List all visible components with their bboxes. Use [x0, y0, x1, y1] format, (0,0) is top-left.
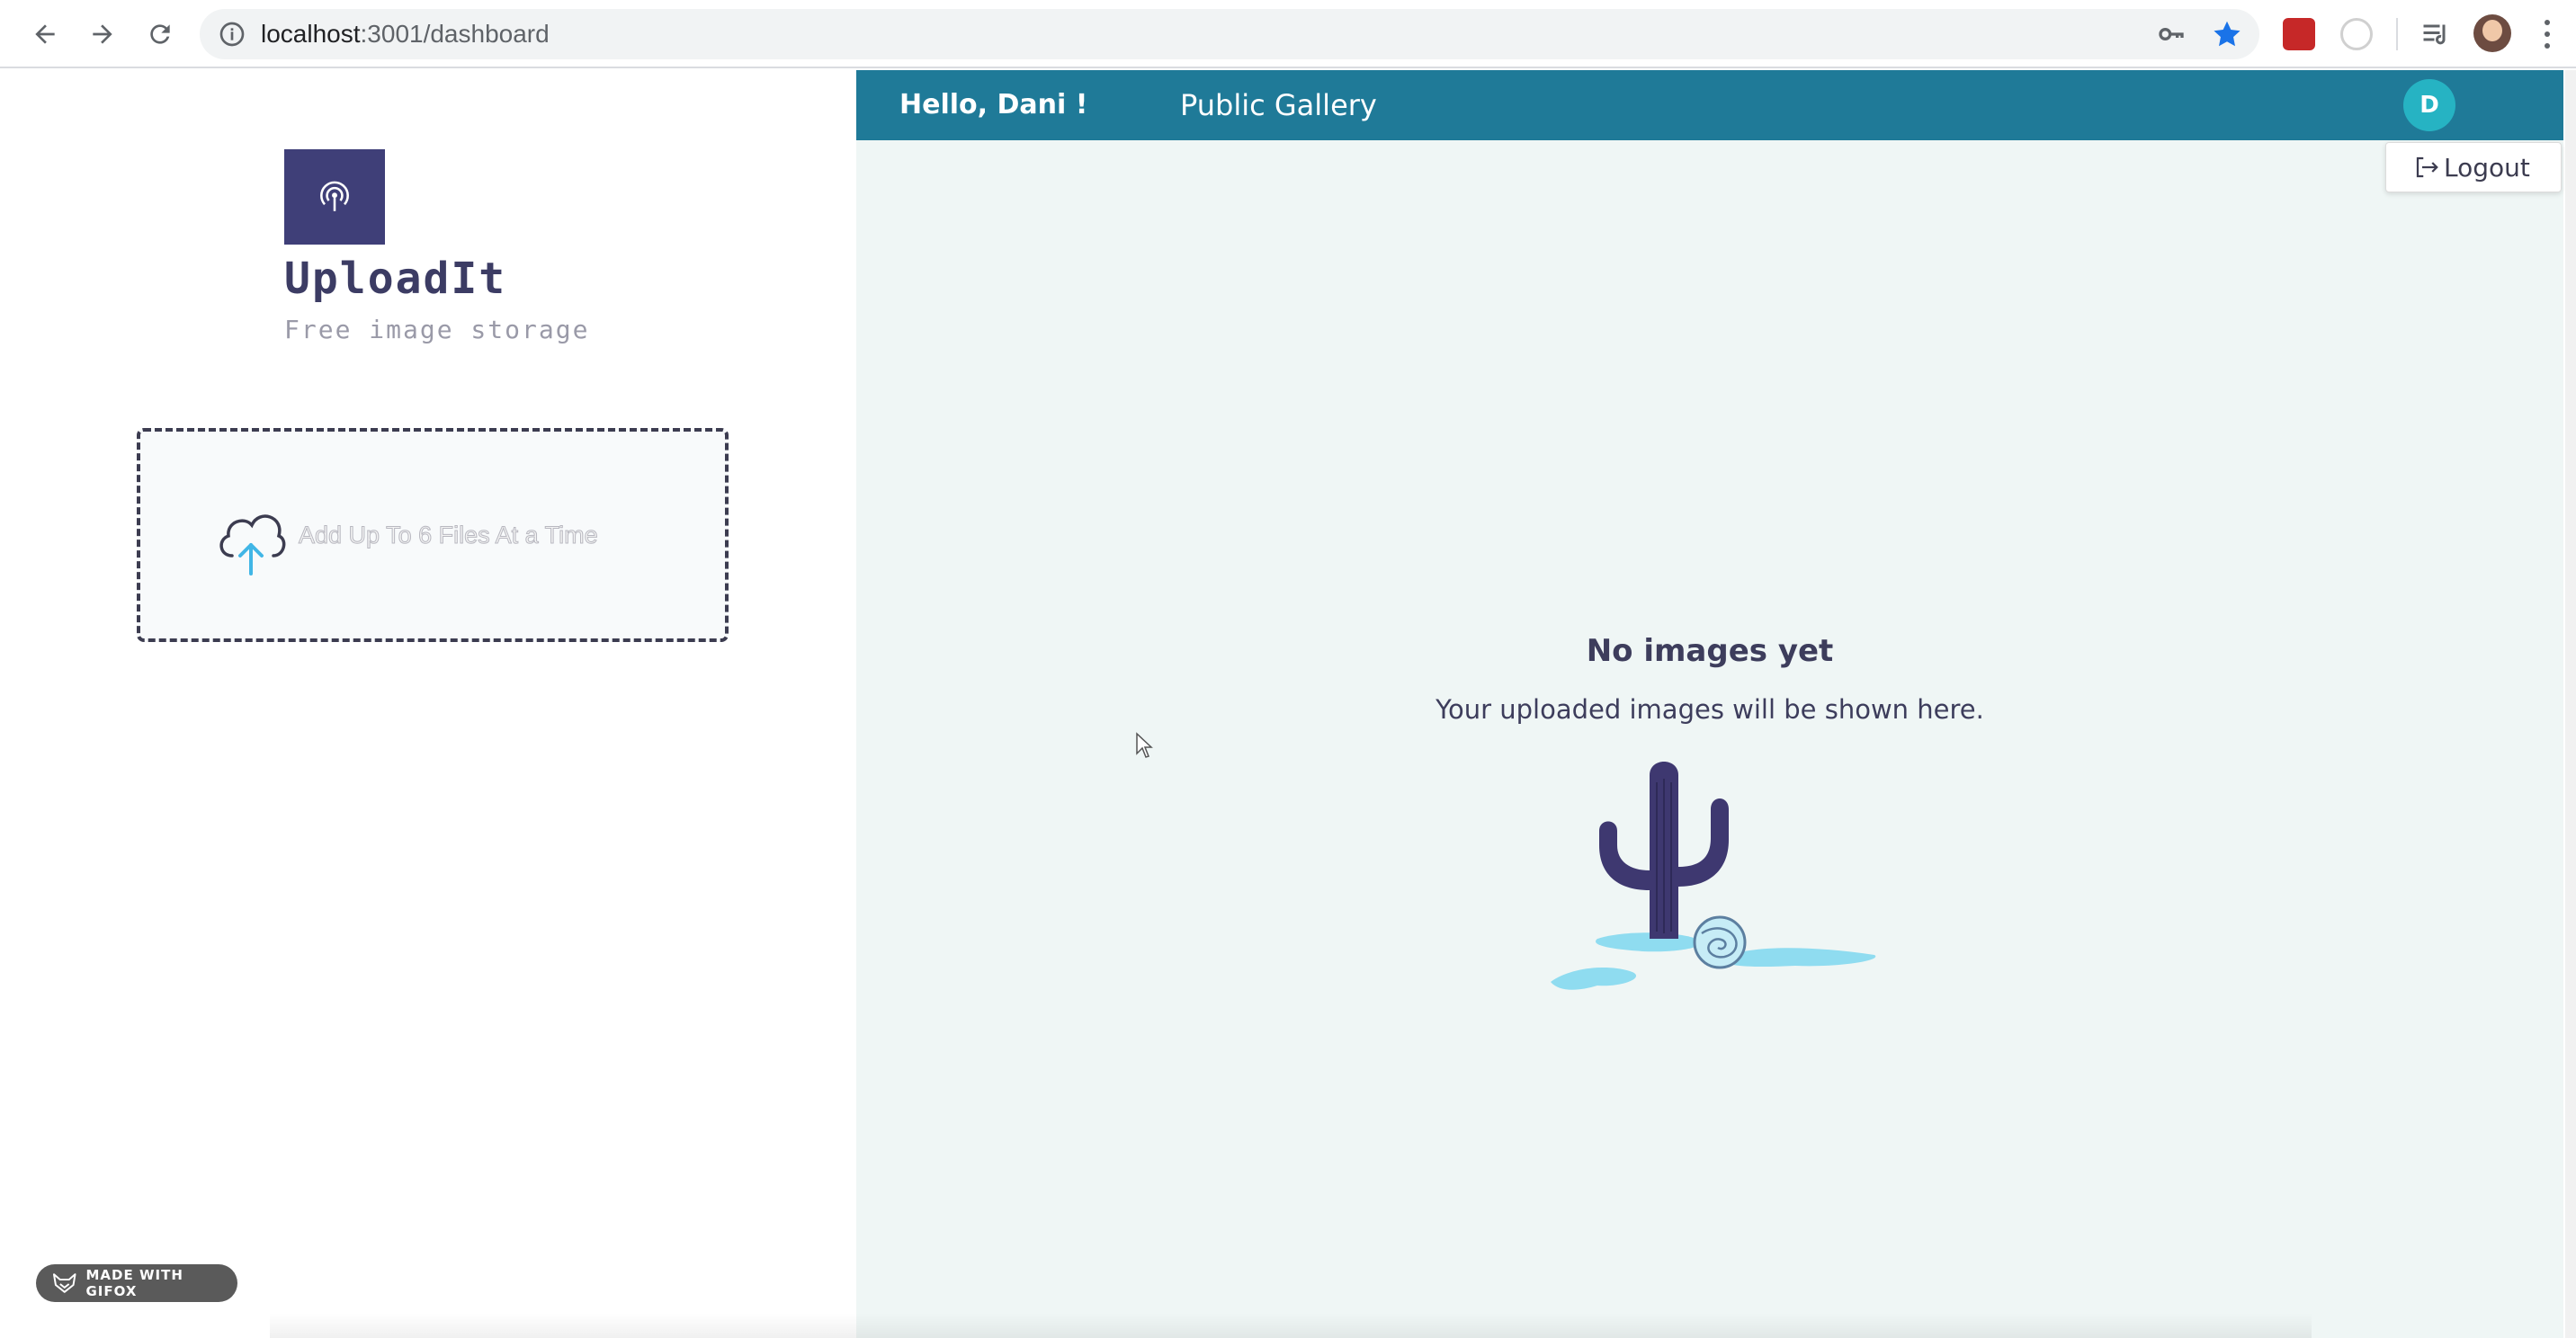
logout-label: Logout	[2444, 152, 2530, 183]
user-greeting: Hello, Dani !	[899, 89, 1088, 120]
back-button[interactable]	[23, 13, 67, 56]
empty-state-title: No images yet	[1586, 633, 1834, 669]
fox-icon	[52, 1273, 76, 1293]
dropzone-label: Add Up To 6 Files At a Time	[299, 522, 599, 549]
sidebar: UploadIt Free image storage Add Up To 6 …	[0, 70, 856, 1338]
arrow-right-icon	[93, 24, 112, 44]
reload-button[interactable]	[139, 13, 182, 56]
empty-state-subtitle: Your uploaded images will be shown here.	[1436, 694, 1984, 725]
cloud-upload-icon	[219, 514, 286, 575]
url-text[interactable]: localhost:3001/dashboard	[261, 9, 550, 59]
arrow-left-icon	[35, 24, 55, 44]
logout-button[interactable]: Logout	[2385, 142, 2562, 192]
broadcast-icon	[320, 181, 349, 211]
browser-toolbar: localhost:3001/dashboard	[0, 0, 2576, 68]
cactus-illustration	[1551, 762, 1876, 990]
main-panel: Hello, Dani ! Public Gallery D Logout No…	[856, 70, 2563, 1338]
bottom-edge	[270, 1313, 2312, 1338]
mouse-cursor-icon	[1136, 732, 1153, 758]
brand-tagline: Free image storage	[284, 315, 590, 344]
page-scrollbar[interactable]	[2565, 70, 2576, 1338]
address-bar[interactable]: localhost:3001/dashboard	[200, 9, 2259, 59]
top-navbar: Hello, Dani ! Public Gallery D	[856, 70, 2563, 140]
url-host: localhost	[261, 20, 361, 48]
logo	[284, 149, 385, 245]
media-queue-icon[interactable]	[2419, 18, 2452, 50]
profile-avatar[interactable]	[2473, 14, 2511, 52]
reload-icon	[150, 24, 170, 44]
forward-button[interactable]	[81, 13, 124, 56]
menu-icon[interactable]	[2542, 20, 2553, 49]
brand-name: UploadIt	[284, 254, 507, 304]
public-gallery-link[interactable]: Public Gallery	[1180, 70, 1377, 140]
key-icon[interactable]	[2157, 20, 2186, 49]
user-avatar[interactable]: D	[2403, 79, 2455, 131]
logout-icon	[2416, 156, 2438, 178]
toolbar-divider	[2396, 18, 2398, 50]
star-icon[interactable]	[2211, 18, 2243, 50]
url-path: :3001/dashboard	[360, 20, 550, 48]
gifox-badge: MADE WITH GIFOX	[36, 1264, 237, 1302]
extension-icon[interactable]	[2283, 18, 2315, 50]
info-icon[interactable]	[218, 20, 246, 49]
extension-icon[interactable]	[2340, 18, 2373, 50]
upload-dropzone[interactable]: Add Up To 6 Files At a Time	[137, 428, 729, 642]
badge-text: MADE WITH GIFOX	[85, 1267, 183, 1299]
